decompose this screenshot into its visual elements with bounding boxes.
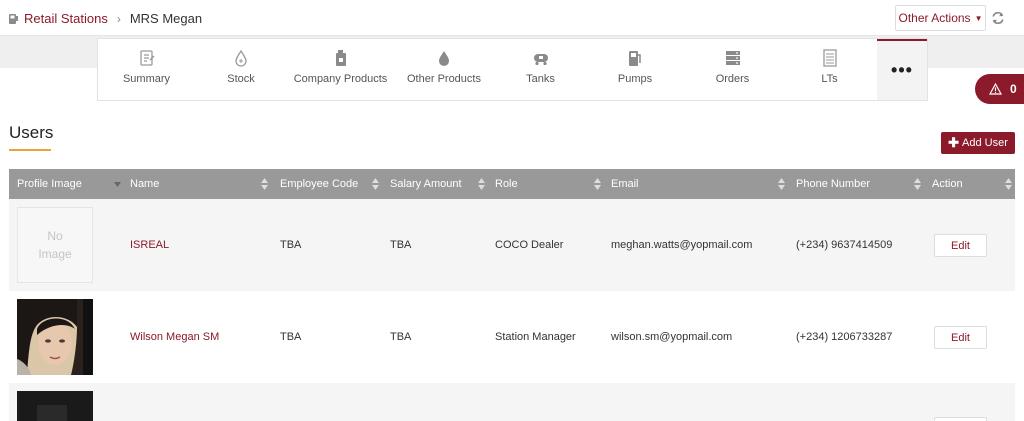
orders-icon bbox=[725, 51, 740, 65]
tab-stock[interactable]: Stock bbox=[195, 39, 287, 100]
warning-icon bbox=[989, 83, 1002, 95]
profile-photo bbox=[17, 299, 93, 375]
role-cell: Station Manager bbox=[495, 331, 576, 343]
add-user-label: Add User bbox=[962, 137, 1008, 149]
tab-lts-label: LTs bbox=[821, 73, 838, 85]
column-header-label: Profile Image bbox=[17, 178, 82, 190]
tab-stock-label: Stock bbox=[227, 73, 255, 85]
email-cell: wilson.sm@yopmail.com bbox=[611, 331, 733, 343]
tab-company-products[interactable]: Company Products bbox=[287, 39, 394, 100]
table-row: Wilson Megan SM TBA TBA Station Manager … bbox=[9, 291, 1015, 383]
breadcrumb-current: MRS Megan bbox=[129, 11, 203, 26]
alerts-count: 0 bbox=[1010, 82, 1017, 96]
other-products-icon bbox=[439, 51, 449, 66]
column-header-employee-code[interactable]: Employee Code bbox=[280, 169, 379, 199]
table-row: No Image ISREAL TBA TBA COCO Dealer megha… bbox=[9, 199, 1015, 291]
column-header-label: Name bbox=[130, 178, 160, 190]
users-table-header: Profile Image Name Employee Code Salary … bbox=[9, 169, 1015, 199]
tab-summary-label: Summary bbox=[122, 73, 171, 85]
edit-button[interactable] bbox=[934, 417, 987, 421]
sort-desc-icon bbox=[114, 182, 121, 187]
tanks-icon bbox=[533, 54, 548, 66]
lts-icon bbox=[822, 49, 837, 67]
phone-number-cell: (+234) 9637414509 bbox=[796, 239, 893, 251]
breadcrumb: Retail Stations › MRS Megan bbox=[9, 11, 202, 26]
sort-icon bbox=[594, 178, 601, 190]
column-header-email[interactable]: Email bbox=[611, 169, 785, 199]
tab-other-products-label: Other Products bbox=[407, 73, 481, 85]
column-header-role[interactable]: Role bbox=[495, 169, 601, 199]
plus-icon: ✚ bbox=[948, 135, 960, 150]
tab-lts[interactable]: LTs bbox=[782, 39, 877, 100]
tab-company-products-label: Company Products bbox=[293, 73, 388, 85]
caret-down-icon: ▼ bbox=[974, 13, 983, 23]
column-header-name[interactable]: Name bbox=[130, 169, 268, 199]
add-user-button[interactable]: ✚ Add User bbox=[941, 132, 1015, 154]
phone-number-cell: (+234) 1206733287 bbox=[796, 331, 893, 343]
column-header-label: Employee Code bbox=[280, 178, 359, 190]
tab-orders-label: Orders bbox=[715, 73, 750, 85]
table-row bbox=[9, 383, 1015, 421]
top-bar: Retail Stations › MRS Megan Other Action… bbox=[0, 0, 1024, 36]
company-products-icon bbox=[335, 50, 346, 66]
breadcrumb-separator-icon: › bbox=[116, 11, 121, 26]
edit-button[interactable]: Edit bbox=[934, 234, 987, 257]
column-header-label: Role bbox=[495, 178, 518, 190]
column-header-salary-amount[interactable]: Salary Amount bbox=[390, 169, 485, 199]
sort-icon bbox=[478, 178, 485, 190]
users-heading-underline bbox=[9, 149, 51, 151]
no-image-placeholder: No Image bbox=[17, 207, 93, 283]
fuel-station-icon bbox=[9, 14, 18, 24]
sort-icon bbox=[1005, 178, 1012, 190]
tab-pumps-label: Pumps bbox=[617, 73, 653, 85]
more-dots-icon: ••• bbox=[891, 60, 913, 80]
alerts-badge[interactable]: 0 bbox=[975, 74, 1024, 104]
salary-amount-cell: TBA bbox=[390, 239, 412, 251]
tab-pumps[interactable]: Pumps bbox=[587, 39, 683, 100]
sort-icon bbox=[778, 178, 785, 190]
stock-icon bbox=[235, 49, 247, 67]
user-name-link[interactable]: Wilson Megan SM bbox=[130, 291, 219, 383]
column-header-label: Salary Amount bbox=[390, 178, 462, 190]
sort-icon bbox=[372, 178, 379, 190]
tab-tanks[interactable]: Tanks bbox=[494, 39, 587, 100]
other-actions-label: Other Actions bbox=[898, 11, 971, 25]
email-cell: meghan.watts@yopmail.com bbox=[611, 239, 753, 251]
column-header-label: Action bbox=[932, 178, 963, 190]
users-heading: Users bbox=[9, 123, 54, 142]
employee-code-cell: TBA bbox=[280, 331, 302, 343]
breadcrumb-retail-stations-link[interactable]: Retail Stations bbox=[24, 11, 108, 26]
refresh-icon[interactable] bbox=[989, 9, 1007, 27]
profile-photo bbox=[17, 391, 93, 421]
other-actions-button[interactable]: Other Actions ▼ bbox=[895, 5, 986, 31]
station-tabs: Summary Stock Company Products Other Pro… bbox=[97, 38, 928, 101]
tab-summary[interactable]: Summary bbox=[98, 39, 195, 100]
tab-more[interactable]: ••• bbox=[877, 39, 927, 100]
salary-amount-cell: TBA bbox=[390, 331, 412, 343]
column-header-label: Phone Number bbox=[796, 178, 870, 190]
column-header-phone-number[interactable]: Phone Number bbox=[796, 169, 921, 199]
tab-other-products[interactable]: Other Products bbox=[394, 39, 494, 100]
summary-icon bbox=[139, 50, 155, 66]
tab-orders[interactable]: Orders bbox=[683, 39, 782, 100]
role-cell: COCO Dealer bbox=[495, 239, 564, 251]
column-header-action[interactable]: Action bbox=[932, 169, 1012, 199]
employee-code-cell: TBA bbox=[280, 239, 302, 251]
sort-icon bbox=[914, 178, 921, 190]
sort-icon bbox=[261, 178, 268, 190]
tab-tanks-label: Tanks bbox=[526, 73, 555, 85]
user-name-link[interactable]: ISREAL bbox=[130, 199, 169, 291]
pumps-icon bbox=[629, 51, 641, 66]
column-header-profile-image[interactable]: Profile Image bbox=[17, 169, 121, 199]
edit-button[interactable]: Edit bbox=[934, 326, 987, 349]
column-header-label: Email bbox=[611, 178, 639, 190]
